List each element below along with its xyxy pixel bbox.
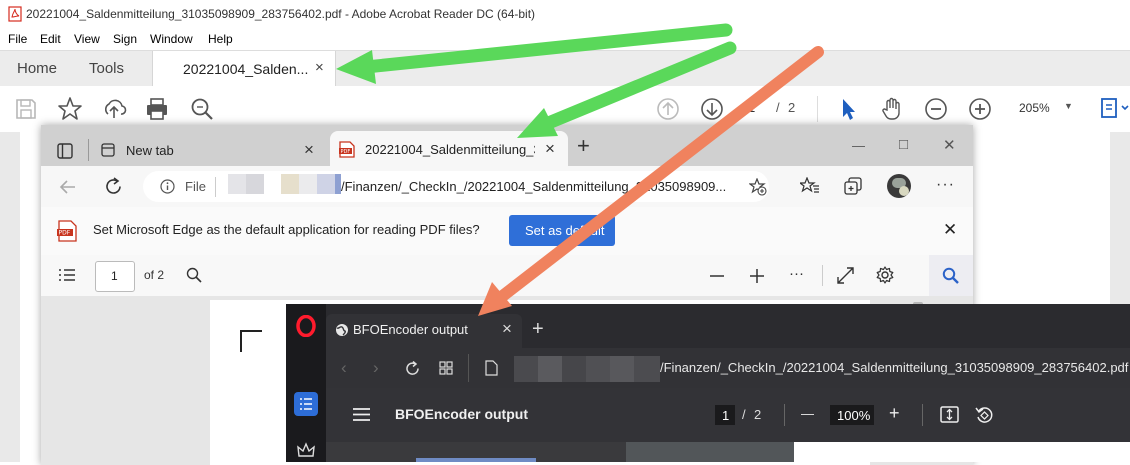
green-arrow-to-edge-tab bbox=[517, 41, 737, 138]
orange-arrow-to-opera-tab bbox=[478, 46, 824, 316]
annotation-arrows bbox=[336, 23, 824, 316]
